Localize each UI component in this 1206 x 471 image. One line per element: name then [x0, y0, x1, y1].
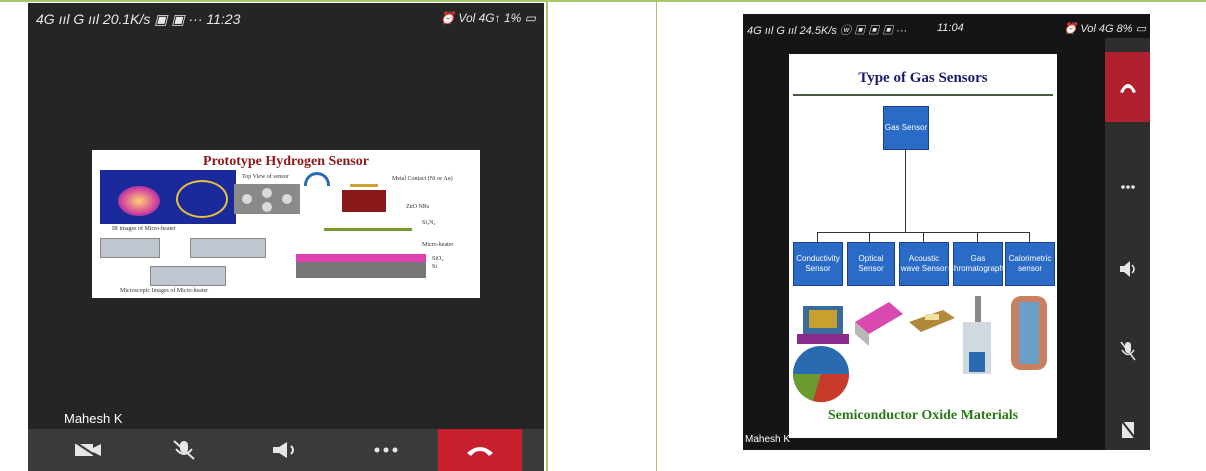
mic-off-button[interactable]: [142, 429, 226, 471]
zno-nanorods-image: [342, 190, 386, 212]
connector: [977, 232, 978, 242]
chromatography-image: [963, 296, 991, 374]
connector: [817, 232, 818, 242]
caption: Top View of sensor: [242, 174, 289, 180]
caption: Si: [432, 264, 438, 270]
end-call-button[interactable]: [438, 429, 522, 471]
video-call-left: 4G ııl G ııl 20.1K/s ▣ ▣ ··· 11:23 ⏰ Vol…: [28, 3, 544, 471]
title-rule: [793, 94, 1053, 96]
ir-image: [100, 170, 236, 224]
slide-footer: Semiconductor Oxide Materials: [827, 408, 1019, 423]
metal-contact: [350, 184, 378, 187]
diagram-node-child: Optical Sensor: [847, 242, 895, 286]
more-dots-icon: [374, 447, 398, 453]
optical-sensor-image: [855, 302, 903, 346]
caption: Microscopic Images of Micro-heater: [120, 288, 209, 294]
diagram-node-root: Gas Sensor: [883, 106, 929, 150]
call-sidebar: [1105, 38, 1150, 450]
shared-slide: Type of Gas Sensors Gas Sensor Conductiv…: [789, 54, 1057, 438]
status-right-text: ⏰ Vol 4G↑ 1% ▭: [440, 11, 536, 25]
caption: Si₃N₄: [422, 220, 436, 226]
caption: SiO₂: [432, 256, 444, 262]
speaker-button[interactable]: [244, 429, 328, 471]
participant-name: Mahesh K: [745, 434, 791, 445]
si-substrate: [296, 262, 426, 278]
end-call-button[interactable]: [1105, 52, 1150, 122]
diagram-node-child: Calorimetric sensor: [1005, 242, 1055, 286]
mic-off-icon: [173, 440, 195, 460]
hang-up-icon: [1119, 84, 1136, 93]
heat-spot: [118, 186, 160, 216]
connector: [905, 150, 906, 232]
micrograph-image: [100, 238, 160, 258]
micrograph-image: [190, 238, 266, 258]
speaker-icon: [273, 442, 294, 458]
video-off-icon: [74, 441, 101, 459]
call-toolbar: [28, 429, 544, 471]
shared-slide: Prototype Hydrogen Sensor IR images of M…: [92, 150, 480, 298]
slide-title: Type of Gas Sensors: [858, 70, 988, 86]
status-left-text: 4G ııl G ııl 24.5K/s ⓦ ▣ ▣ ▣ ···: [747, 25, 908, 37]
sensor-chip-image: [234, 184, 300, 214]
acoustic-sensor-image: [909, 310, 955, 332]
curved-arrow-icon: [304, 172, 330, 186]
connector: [923, 232, 924, 242]
caption: IR images of Micro-heater: [112, 226, 176, 232]
speaker-icon: [1119, 261, 1135, 277]
micrograph-image: [150, 266, 226, 286]
caption: Metal Contact (Ni or Au): [392, 176, 453, 182]
status-left-text: 4G ııl G ııl 20.1K/s ▣ ▣ ··· 11:23: [36, 11, 241, 27]
pie-chart-image: [793, 346, 850, 403]
caption: ZnO NRs: [406, 204, 430, 210]
connector: [869, 232, 870, 242]
table-border: [0, 0, 1206, 2]
mic-off-icon: [1119, 341, 1136, 361]
caption: Micro-heater: [422, 242, 454, 248]
table-border: [656, 0, 657, 471]
mic-off-button[interactable]: [1105, 316, 1150, 386]
video-off-icon: [1119, 419, 1136, 439]
diagram-node-child: Acoustic wave Sensor: [899, 242, 949, 286]
conductivity-sensor-image: [797, 306, 849, 344]
speaker-button[interactable]: [1105, 234, 1150, 304]
status-time: 11:04: [937, 22, 964, 34]
diagram-node-child: Conductivity Sensor: [793, 242, 843, 286]
video-call-right: 4G ııl G ııl 24.5K/s ⓦ ▣ ▣ ▣ ··· 11:04 ⏰…: [743, 14, 1150, 450]
connector: [1029, 232, 1030, 242]
status-bar: 4G ııl G ııl 24.5K/s ⓦ ▣ ▣ ▣ ··· 11:04 ⏰…: [743, 14, 1150, 42]
more-dots-icon: [1120, 185, 1135, 189]
heater-ring: [176, 180, 228, 218]
hang-up-icon: [467, 447, 493, 456]
sio2-layer: [296, 254, 426, 262]
table-border: [546, 0, 548, 471]
participant-name: Mahesh K: [64, 411, 123, 426]
status-right-text: ⏰ Vol 4G 8% ▭: [1063, 23, 1146, 35]
layer-bar: [324, 228, 412, 231]
video-off-button[interactable]: [1105, 394, 1150, 450]
slide-title: Prototype Hydrogen Sensor: [203, 154, 369, 169]
more-button[interactable]: [344, 429, 428, 471]
calorimetric-image: [1011, 296, 1047, 370]
video-off-button[interactable]: [46, 429, 130, 471]
sensor-images: [793, 296, 1047, 403]
status-bar: 4G ııl G ııl 20.1K/s ▣ ▣ ··· 11:23 ⏰ Vol…: [28, 3, 544, 33]
more-button[interactable]: [1105, 152, 1150, 222]
diagram-node-child: Gas Chromatography: [948, 242, 1008, 286]
screenshot-frame: 4G ııl G ııl 20.1K/s ▣ ▣ ··· 11:23 ⏰ Vol…: [0, 0, 1206, 471]
